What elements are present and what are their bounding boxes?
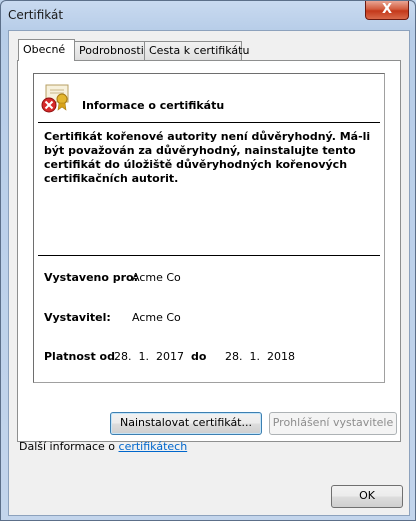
valid-to-date: 28. 1. 2018 <box>225 350 295 363</box>
warning-line: Certifikát kořenové autority není důvěry… <box>44 130 371 143</box>
close-button[interactable]: X <box>365 1 409 20</box>
issuer-label: Vystavitel: <box>44 311 111 324</box>
warning-line: být považován za důvěryhodný, nainstaluj… <box>44 144 356 157</box>
divider-middle <box>38 255 380 256</box>
tab-details[interactable]: Podrobnosti <box>74 41 148 60</box>
issuer-value: Acme Co <box>132 311 181 324</box>
ok-button[interactable]: OK <box>331 485 403 508</box>
validity-to-label: do <box>191 350 207 363</box>
issued-to-label: Vystaveno pro: <box>44 271 139 284</box>
more-info-text: Další informace o <box>19 440 119 453</box>
certificate-info-box: Informace o certifikátu Certifikát kořen… <box>33 73 385 383</box>
more-info-line: Další informace o certifikátech <box>19 440 187 453</box>
more-info-link[interactable]: certifikátech <box>119 440 188 453</box>
issuer-statement-button[interactable]: Prohlášení vystavitele <box>269 412 397 435</box>
validity-label: Platnost od <box>44 350 115 363</box>
tab-general[interactable]: Obecné <box>18 39 75 61</box>
warning-line: certifikát do úložiště důvěryhodných koř… <box>44 158 348 171</box>
issued-to-value: Acme Co <box>132 271 181 284</box>
trust-warning-text: Certifikát kořenové autority není důvěry… <box>44 130 374 186</box>
tab-panel-general: Informace o certifikátu Certifikát kořen… <box>17 60 401 442</box>
divider-top <box>38 122 380 123</box>
certificate-info-heading: Informace o certifikátu <box>82 99 225 112</box>
install-certificate-button[interactable]: Nainstalovat certifikát... <box>110 412 262 435</box>
certificate-dialog: Certifikát X Obecné Podrobnosti Cesta k … <box>0 0 416 521</box>
dialog-client-area: Obecné Podrobnosti Cesta k certifikátu I… <box>8 30 410 516</box>
tab-certification-path[interactable]: Cesta k certifikátu <box>144 41 249 60</box>
window-title: Certifikát <box>8 8 64 22</box>
warning-line: certifikačních autorit. <box>44 172 179 185</box>
certificate-error-icon <box>41 84 69 113</box>
valid-from-date: 28. 1. 2017 <box>114 350 184 363</box>
